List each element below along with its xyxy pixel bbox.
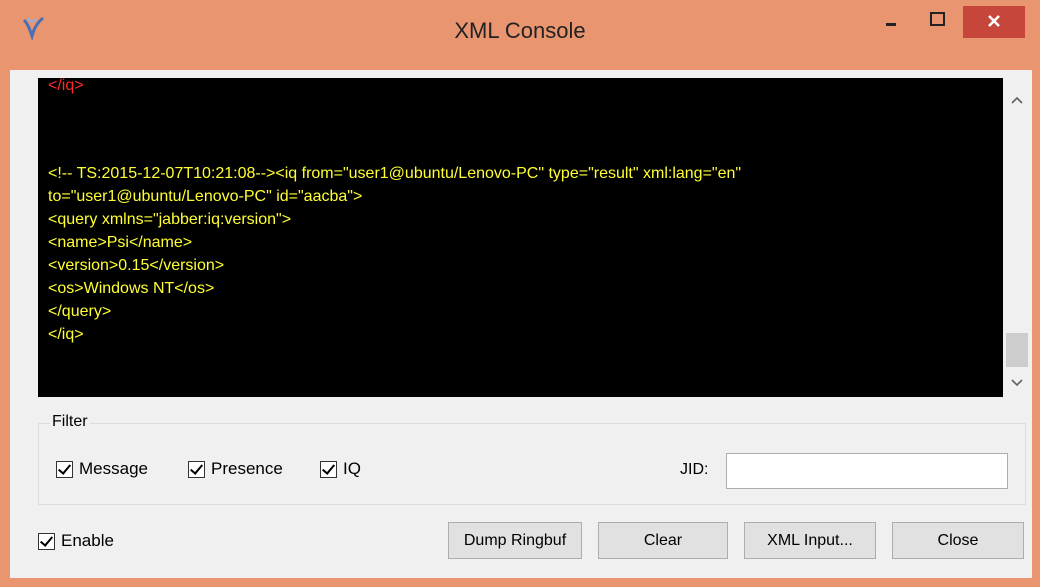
filter-title: Filter <box>50 413 90 431</box>
log-line: <!-- TS:2015-12-07T10:21:08--><iq from="… <box>48 165 742 182</box>
message-checkbox[interactable]: Message <box>56 459 148 479</box>
close-icon <box>988 15 1000 27</box>
checkmark-icon <box>320 460 337 478</box>
scroll-down-icon[interactable] <box>1003 369 1031 397</box>
xml-input-button[interactable]: XML Input... <box>744 522 876 559</box>
enable-checkbox[interactable]: Enable <box>38 531 114 551</box>
log-line: <version>0.15</version> <box>48 257 225 274</box>
vertical-scrollbar[interactable] <box>1003 78 1031 397</box>
jid-label: JID: <box>680 461 709 478</box>
enable-label: Enable <box>61 531 114 550</box>
jid-input[interactable] <box>726 453 1008 489</box>
title-bar[interactable]: XML Console <box>0 0 1040 70</box>
xml-console-window: XML Console </iq> <!-- TS:2015-12-07T10:… <box>0 0 1040 587</box>
iq-checkbox[interactable]: IQ <box>320 459 361 479</box>
presence-label: Presence <box>211 459 283 478</box>
log-line: <query xmlns="jabber:iq:version"> <box>48 211 292 228</box>
log-line: </iq> <box>48 78 84 94</box>
log-line: <name>Psi</name> <box>48 234 193 251</box>
client-area: </iq> <!-- TS:2015-12-07T10:21:08--><iq … <box>10 70 1032 578</box>
log-line: <os>Windows NT</os> <box>48 280 215 297</box>
minimize-icon <box>886 23 896 26</box>
minimize-button[interactable] <box>868 6 914 38</box>
presence-checkbox[interactable]: Presence <box>188 459 283 479</box>
message-label: Message <box>79 459 148 478</box>
checkmark-icon <box>188 460 205 478</box>
clear-button[interactable]: Clear <box>598 522 728 559</box>
close-window-button[interactable] <box>963 6 1025 38</box>
scrollbar-thumb[interactable] <box>1006 333 1028 367</box>
xml-log-view[interactable]: </iq> <!-- TS:2015-12-07T10:21:08--><iq … <box>38 78 1003 397</box>
checkmark-icon <box>56 460 73 478</box>
scroll-up-icon[interactable] <box>1003 86 1031 114</box>
log-line: </iq> <box>48 326 84 343</box>
dump-ringbuf-button[interactable]: Dump Ringbuf <box>448 522 582 559</box>
log-line: </query> <box>48 303 112 320</box>
log-line: to="user1@ubuntu/Lenovo-PC" id="aacba"> <box>48 188 363 205</box>
maximize-button[interactable] <box>914 6 960 38</box>
close-button[interactable]: Close <box>892 522 1024 559</box>
maximize-icon <box>930 12 945 26</box>
iq-label: IQ <box>343 459 361 478</box>
checkmark-icon <box>38 532 55 550</box>
